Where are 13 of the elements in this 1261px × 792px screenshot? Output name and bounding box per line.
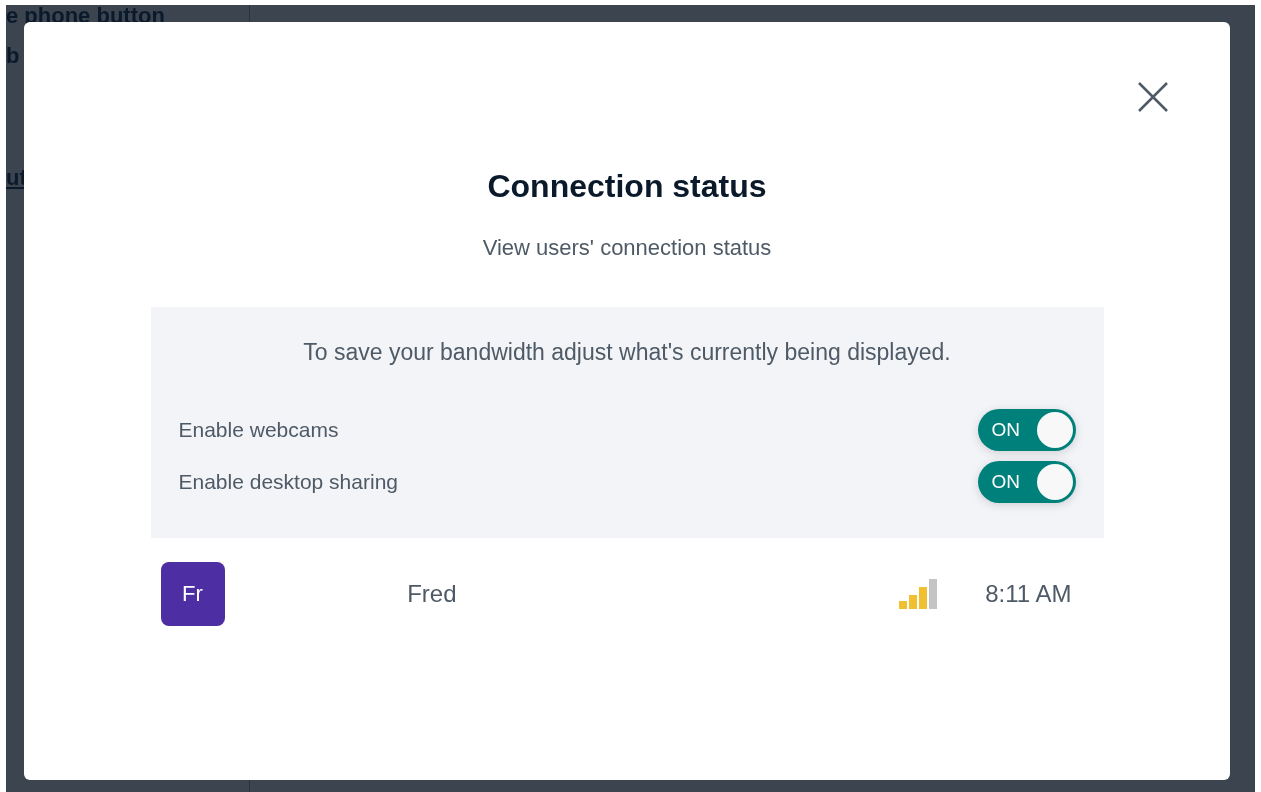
user-name: Fred — [406, 580, 458, 608]
toggle-label: Enable webcams — [178, 418, 339, 442]
close-icon — [1136, 80, 1170, 114]
toggle-label: Enable desktop sharing — [178, 470, 398, 494]
connection-time: 8:11 AM — [985, 580, 1072, 608]
close-button[interactable] — [1136, 80, 1170, 114]
signal-icon — [899, 579, 938, 609]
user-avatar: Fr — [160, 562, 225, 626]
settings-intro: To save your bandwidth adjust what's currently being displayed. — [302, 339, 952, 366]
toggle-switch[interactable]: ON — [977, 409, 1076, 451]
dialog-subtitle: View users' connection status — [482, 235, 772, 261]
dialog-title: Connection status — [487, 168, 767, 205]
toggle-switch[interactable]: ON — [977, 461, 1076, 503]
